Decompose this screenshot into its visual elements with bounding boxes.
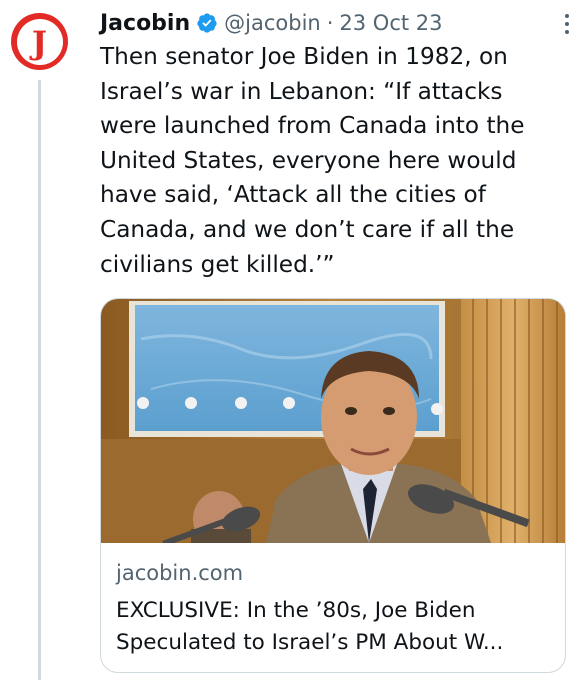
tweet-header: Jacobin @jacobin · 23 Oct 23 (100, 6, 443, 40)
verified-badge-icon[interactable] (196, 12, 218, 34)
photo-senator (101, 299, 565, 543)
card-domain[interactable]: jacobin.com (116, 561, 243, 585)
card-image (101, 299, 565, 543)
thread-line (38, 80, 41, 680)
handle[interactable]: @jacobin (224, 11, 321, 35)
card-title[interactable]: EXCLUSIVE: In the ’80s, Joe Biden Specul… (116, 595, 556, 659)
display-name[interactable]: Jacobin (100, 11, 190, 36)
avatar-logo: J (16, 18, 63, 65)
more-dots-icon[interactable] (564, 14, 570, 34)
tweet-date[interactable]: 23 Oct 23 (339, 11, 442, 35)
link-card[interactable]: jacobin.com EXCLUSIVE: In the ’80s, Joe … (100, 298, 566, 673)
avatar[interactable]: J (11, 13, 68, 70)
avatar-letter: J (31, 23, 48, 62)
separator: · (326, 11, 334, 35)
tweet-text: Then senator Joe Biden in 1982, on Israe… (100, 43, 525, 278)
